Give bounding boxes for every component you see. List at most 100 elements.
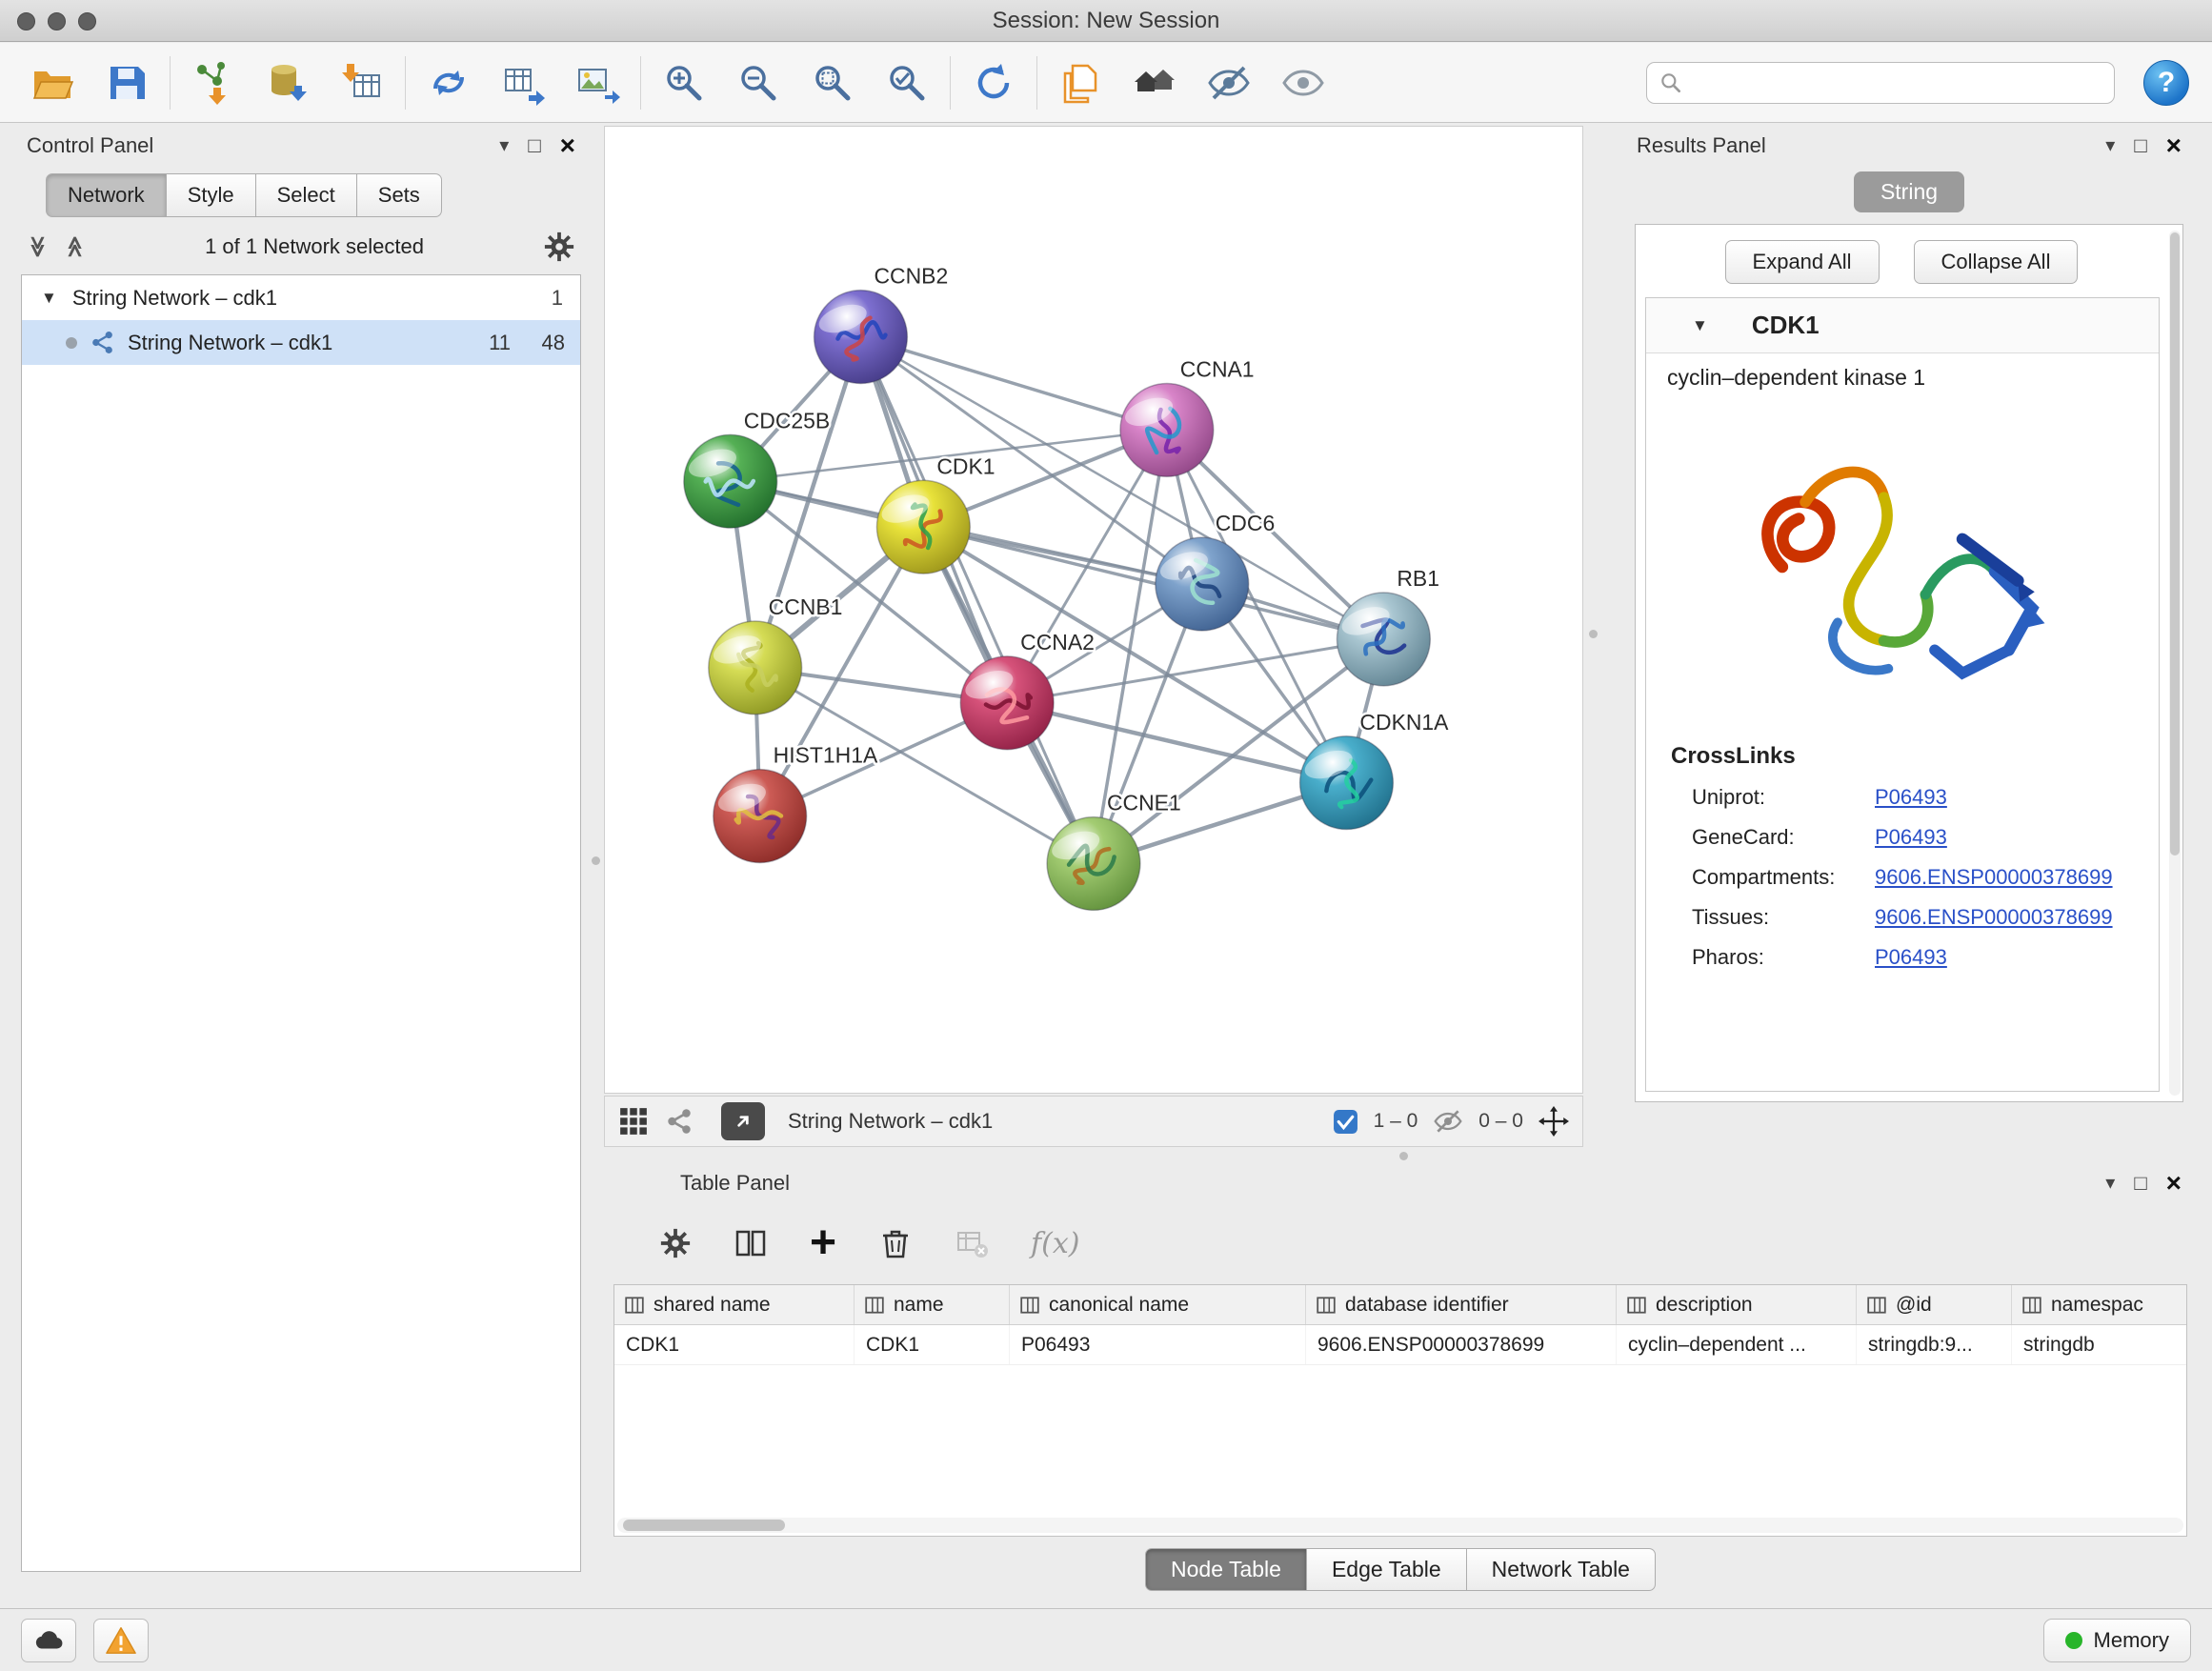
close-panel-button[interactable]: × — [2166, 132, 2182, 159]
tab-node-table[interactable]: Node Table — [1145, 1548, 1307, 1591]
network-node-HIST1H1A[interactable] — [714, 770, 807, 863]
create-column-button[interactable]: + — [810, 1225, 836, 1261]
table-cell[interactable]: stringdb:9... — [1857, 1325, 2012, 1364]
import-network-from-database-button[interactable] — [258, 53, 317, 112]
tab-style[interactable]: Style — [167, 173, 256, 217]
zoom-fit-button[interactable] — [803, 53, 862, 112]
delete-column-button[interactable] — [878, 1226, 913, 1260]
crosslink-link[interactable]: P06493 — [1875, 825, 1947, 850]
tab-network-table[interactable]: Network Table — [1467, 1548, 1656, 1591]
table-cell[interactable]: cyclin–dependent ... — [1617, 1325, 1857, 1364]
column-header-1[interactable]: name — [855, 1285, 1010, 1324]
show-columns-button[interactable] — [734, 1226, 768, 1260]
network-node-RB1[interactable] — [1337, 593, 1430, 686]
column-header-2[interactable]: canonical name — [1010, 1285, 1306, 1324]
import-table-from-file-button[interactable] — [332, 53, 392, 112]
share-view-icon[interactable] — [664, 1106, 694, 1137]
network-graph[interactable]: CCNB2CCNA1CDC25BCDK1CDC6RB1CCNB1CCNA2CDK… — [605, 127, 1582, 1093]
bottom-splitter-handle[interactable] — [1399, 1152, 1408, 1160]
network-node-CDKN1A[interactable] — [1300, 736, 1394, 830]
table-cell[interactable]: CDK1 — [855, 1325, 1010, 1364]
network-node-CDC6[interactable] — [1156, 537, 1249, 631]
refresh-view-button[interactable] — [964, 53, 1023, 112]
protein-entry-header[interactable]: ▼ CDK1 — [1646, 298, 2159, 353]
search-input[interactable] — [1691, 70, 2102, 95]
duplicate-network-button[interactable] — [1051, 53, 1110, 112]
network-edge-CCNB2-CCNE1[interactable] — [860, 337, 1094, 864]
network-node-CCNE1[interactable] — [1047, 817, 1140, 911]
tab-sets[interactable]: Sets — [357, 173, 442, 217]
hidden-eye-slash-icon[interactable] — [1433, 1106, 1463, 1137]
minimize-window-button[interactable] — [48, 12, 66, 30]
entry-collapse-triangle-icon[interactable]: ▼ — [1692, 316, 1708, 335]
crosslink-link[interactable]: 9606.ENSP00000378699 — [1875, 865, 2113, 890]
table-scrollbar-thumb[interactable] — [623, 1520, 785, 1531]
pan-crosshair-icon[interactable] — [1538, 1106, 1569, 1137]
network-view-canvas[interactable]: CCNB2CCNA1CDC25BCDK1CDC6RB1CCNB1CCNA2CDK… — [604, 126, 1583, 1094]
memory-button[interactable]: Memory — [2043, 1619, 2191, 1662]
import-network-from-file-button[interactable] — [184, 53, 243, 112]
table-cell[interactable]: CDK1 — [614, 1325, 855, 1364]
close-panel-button[interactable]: × — [560, 132, 575, 159]
collection-collapse-triangle-icon[interactable]: ▼ — [41, 289, 57, 308]
export-image-button[interactable] — [568, 53, 627, 112]
maximize-window-button[interactable] — [78, 12, 96, 30]
results-scrollbar[interactable] — [2169, 231, 2181, 1096]
tab-select[interactable]: Select — [256, 173, 357, 217]
network-node-CDK1[interactable] — [876, 480, 970, 574]
table-row[interactable]: CDK1CDK1P064939606.ENSP00000378699cyclin… — [614, 1325, 2186, 1365]
selected-checkbox-icon[interactable] — [1333, 1109, 1358, 1135]
save-session-button[interactable] — [97, 53, 156, 112]
open-session-button[interactable] — [23, 53, 82, 112]
maximize-panel-button[interactable]: □ — [2134, 135, 2146, 156]
hide-selected-button[interactable] — [1199, 53, 1258, 112]
zoom-in-button[interactable] — [654, 53, 714, 112]
help-button[interactable]: ? — [2143, 60, 2189, 106]
new-network-from-selection-button[interactable] — [419, 53, 478, 112]
zoom-out-button[interactable] — [729, 53, 788, 112]
float-panel-button[interactable]: ▾ — [2105, 136, 2115, 155]
network-node-CCNA2[interactable] — [960, 656, 1054, 750]
float-panel-button[interactable]: ▾ — [2105, 1174, 2115, 1193]
expand-all-networks-icon[interactable]: ≫ — [63, 235, 88, 257]
maximize-panel-button[interactable]: □ — [528, 135, 540, 156]
warnings-button[interactable] — [93, 1619, 149, 1662]
right-splitter-handle[interactable] — [1589, 630, 1598, 638]
network-row[interactable]: String Network – cdk1 11 48 — [22, 320, 580, 365]
collapse-all-button[interactable]: Collapse All — [1914, 240, 2079, 284]
network-node-CCNB1[interactable] — [709, 621, 802, 715]
float-panel-button[interactable]: ▾ — [499, 136, 509, 155]
column-header-5[interactable]: @id — [1857, 1285, 2012, 1324]
show-all-button[interactable] — [1125, 53, 1184, 112]
expand-all-button[interactable]: Expand All — [1725, 240, 1880, 284]
table-cell[interactable]: P06493 — [1010, 1325, 1306, 1364]
collapse-all-networks-icon[interactable]: ≫ — [26, 235, 50, 257]
crosslink-link[interactable]: 9606.ENSP00000378699 — [1875, 905, 2113, 930]
network-edge-CCNB2-CCNA1[interactable] — [860, 337, 1166, 431]
close-window-button[interactable] — [17, 12, 35, 30]
function-builder-button[interactable]: f(x) — [1031, 1227, 1079, 1260]
network-node-CDC25B[interactable] — [684, 434, 777, 528]
network-edge-CDK1-RB1[interactable] — [923, 527, 1383, 639]
results-scrollbar-thumb[interactable] — [2170, 232, 2180, 856]
network-options-gear-icon[interactable] — [543, 231, 575, 263]
grid-view-icon[interactable] — [618, 1106, 649, 1137]
maximize-panel-button[interactable]: □ — [2134, 1173, 2146, 1194]
left-splitter-handle[interactable] — [592, 856, 600, 865]
search-field[interactable] — [1646, 62, 2115, 104]
table-cell[interactable]: 9606.ENSP00000378699 — [1306, 1325, 1617, 1364]
table-horizontal-scrollbar[interactable] — [617, 1518, 2183, 1533]
crosslink-link[interactable]: P06493 — [1875, 945, 1947, 970]
column-header-0[interactable]: shared name — [614, 1285, 855, 1324]
table-options-button[interactable] — [659, 1227, 692, 1259]
show-hidden-button[interactable] — [1274, 53, 1333, 112]
network-node-CCNA1[interactable] — [1120, 383, 1214, 476]
tab-network[interactable]: Network — [46, 173, 167, 217]
network-collection-row[interactable]: ▼ String Network – cdk1 1 — [22, 275, 580, 320]
zoom-selected-button[interactable] — [877, 53, 936, 112]
crosslink-link[interactable]: P06493 — [1875, 785, 1947, 810]
tab-string[interactable]: String — [1854, 171, 1964, 212]
column-header-3[interactable]: database identifier — [1306, 1285, 1617, 1324]
export-table-button[interactable] — [493, 53, 553, 112]
column-header-6[interactable]: namespac — [2012, 1285, 2187, 1324]
